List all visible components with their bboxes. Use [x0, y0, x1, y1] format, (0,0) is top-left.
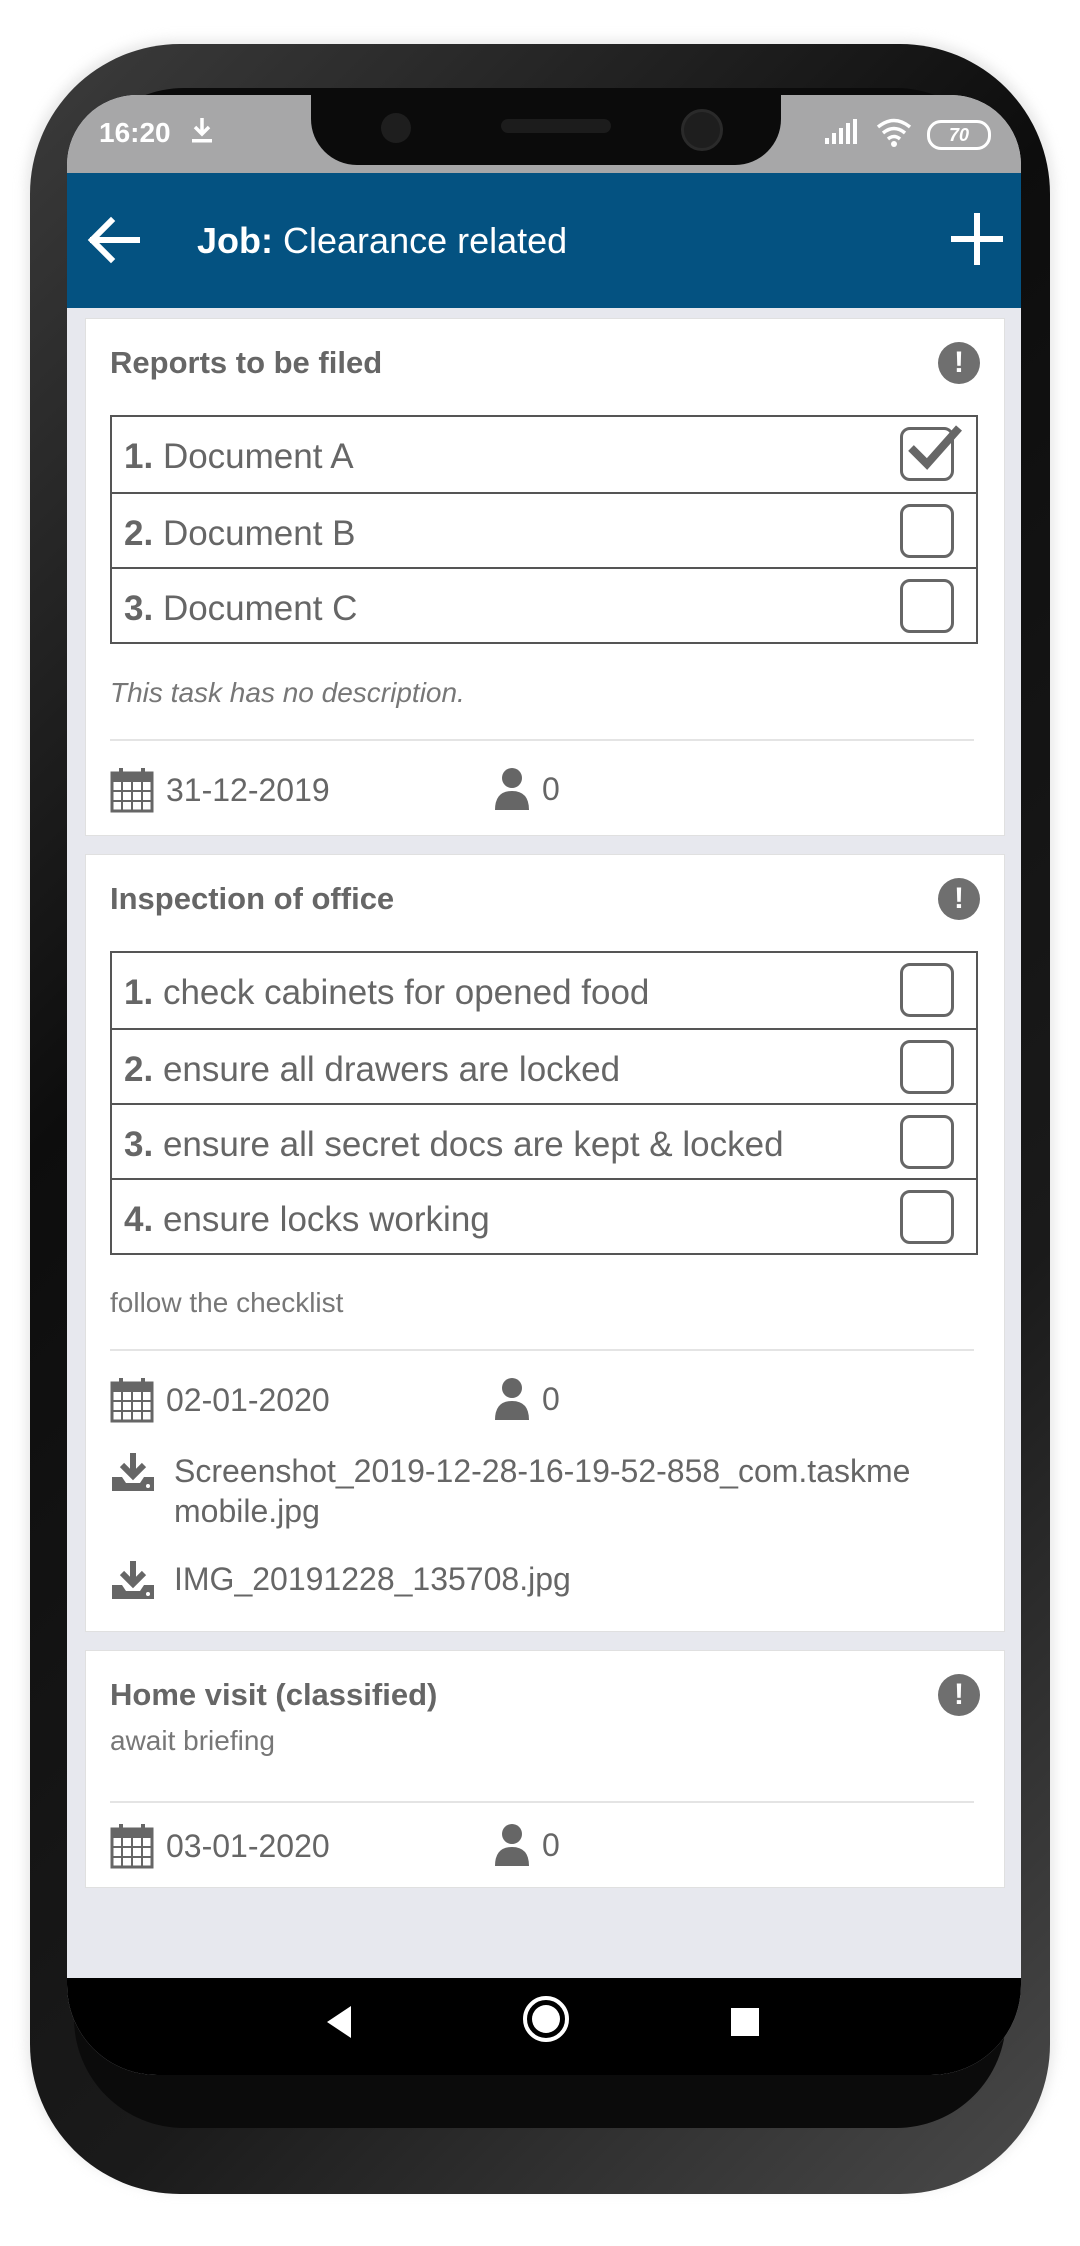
nav-home-button[interactable]	[521, 1994, 571, 2049]
checkmark-icon	[908, 425, 962, 470]
status-right: 70	[823, 117, 991, 152]
checklist: 1. Document A 2. Document B 3. Document …	[110, 415, 978, 644]
user-icon	[495, 1824, 529, 1866]
title-text: Clearance related	[283, 220, 568, 261]
attachment-name-continued: mobile.jpg	[174, 1493, 320, 1529]
download-icon	[112, 1561, 154, 1599]
circle-home-icon	[523, 1996, 569, 2042]
checkbox[interactable]	[900, 1040, 954, 1094]
due-date: 02-01-2020	[110, 1377, 330, 1423]
item-label: Document A	[162, 437, 354, 476]
wifi-icon	[875, 117, 913, 152]
status-bar: 16:20 70	[67, 95, 1021, 173]
camera-notch	[311, 95, 781, 165]
item-number: 4.	[124, 1200, 154, 1239]
square-recents-icon	[731, 2008, 759, 2036]
status-time: 16:20	[99, 117, 171, 148]
battery-indicator: 70	[927, 119, 991, 150]
system-nav-bar	[67, 1978, 1021, 2075]
task-title: Home visit (classified)	[110, 1677, 438, 1712]
triangle-back-icon	[327, 2006, 351, 2038]
task-card-home-visit[interactable]: Home visit (classified) ! await briefing…	[85, 1650, 1005, 1888]
arrow-left-icon	[87, 216, 140, 264]
item-number: 3.	[124, 1125, 154, 1164]
signal-icon	[823, 118, 861, 151]
item-number: 1.	[124, 973, 154, 1012]
assignee-number: 0	[542, 1380, 560, 1417]
speaker	[501, 119, 611, 133]
attachment-link[interactable]: Screenshot_2019-12-28-16-19-52-858_com.t…	[110, 1451, 910, 1531]
add-button[interactable]	[947, 209, 1007, 269]
item-number: 3.	[124, 589, 154, 628]
task-description: follow the checklist	[110, 1287, 344, 1318]
checklist-item[interactable]: 2. ensure all drawers are locked	[112, 1028, 976, 1103]
nav-recents-button[interactable]	[727, 2004, 763, 2045]
title-prefix: Job:	[197, 220, 273, 261]
checkbox[interactable]	[900, 1115, 954, 1169]
task-description: await briefing	[110, 1725, 275, 1756]
attachment-name: IMG_20191228_135708.jpg	[174, 1561, 571, 1597]
front-camera	[681, 109, 723, 151]
task-card-reports[interactable]: Reports to be filed ! 1. Document A 2. D…	[85, 318, 1005, 836]
calendar-icon	[110, 1824, 154, 1869]
date-text: 03-01-2020	[166, 1827, 330, 1864]
plus-icon	[951, 213, 1003, 265]
item-label: Document B	[162, 514, 356, 553]
item-number: 1.	[124, 437, 154, 476]
assignee-number: 0	[542, 1826, 560, 1863]
item-label: Document C	[162, 589, 358, 628]
item-label: ensure all secret docs are kept & locked	[162, 1125, 784, 1164]
calendar-icon	[110, 768, 154, 813]
item-number: 2.	[124, 514, 154, 553]
attachment-link[interactable]: IMG_20191228_135708.jpg	[110, 1559, 571, 1601]
checklist-item[interactable]: 1. check cabinets for opened food	[112, 953, 976, 1028]
back-button[interactable]	[81, 207, 147, 273]
due-date: 03-01-2020	[110, 1823, 330, 1869]
exclamation-circle-icon: !	[938, 878, 980, 920]
due-date: 31-12-2019	[110, 767, 330, 813]
checklist-item[interactable]: 3. Document C	[112, 567, 976, 642]
divider	[110, 1801, 974, 1803]
item-label: ensure locks working	[162, 1200, 490, 1239]
exclamation-circle-icon: !	[938, 342, 980, 384]
checkbox[interactable]	[900, 504, 954, 558]
page-title: Job: Clearance related	[197, 220, 567, 262]
task-card-inspection[interactable]: Inspection of office ! 1. check cabinets…	[85, 854, 1005, 1632]
task-title: Reports to be filed	[110, 345, 383, 380]
checkbox[interactable]	[900, 963, 954, 1017]
checkbox[interactable]	[900, 579, 954, 633]
download-status-icon	[189, 115, 215, 150]
date-text: 02-01-2020	[166, 1381, 330, 1418]
user-icon	[495, 768, 529, 810]
checklist-item[interactable]: 2. Document B	[112, 492, 976, 567]
task-title: Inspection of office	[110, 881, 395, 916]
item-label: check cabinets for opened food	[162, 973, 650, 1012]
checklist: 1. check cabinets for opened food 2. ens…	[110, 951, 978, 1255]
divider	[110, 1349, 974, 1351]
checkbox[interactable]	[900, 1190, 954, 1244]
checklist-item[interactable]: 3. ensure all secret docs are kept & loc…	[112, 1103, 976, 1178]
assignee-count: 0	[494, 1823, 560, 1867]
screen: 16:20 70 Job: Clearance related Reports …	[67, 95, 1021, 2075]
assignee-number: 0	[542, 770, 560, 807]
sensor	[381, 113, 411, 143]
user-icon	[495, 1378, 529, 1420]
exclamation-circle-icon: !	[938, 1674, 980, 1716]
checkbox-checked[interactable]	[900, 425, 962, 481]
assignee-count: 0	[494, 1377, 560, 1421]
date-text: 31-12-2019	[166, 771, 330, 808]
divider	[110, 739, 974, 741]
app-bar: Job: Clearance related	[67, 173, 1021, 308]
task-description: This task has no description.	[110, 677, 465, 708]
assignee-count: 0	[494, 767, 560, 811]
attachment-name: Screenshot_2019-12-28-16-19-52-858_com.t…	[174, 1453, 911, 1489]
checklist-item[interactable]: 1. Document A	[112, 417, 976, 492]
item-label: ensure all drawers are locked	[162, 1050, 621, 1089]
checklist-item[interactable]: 4. ensure locks working	[112, 1178, 976, 1253]
nav-back-button[interactable]	[319, 2000, 359, 2049]
calendar-icon	[110, 1378, 154, 1423]
download-icon	[112, 1453, 154, 1491]
item-number: 2.	[124, 1050, 154, 1089]
